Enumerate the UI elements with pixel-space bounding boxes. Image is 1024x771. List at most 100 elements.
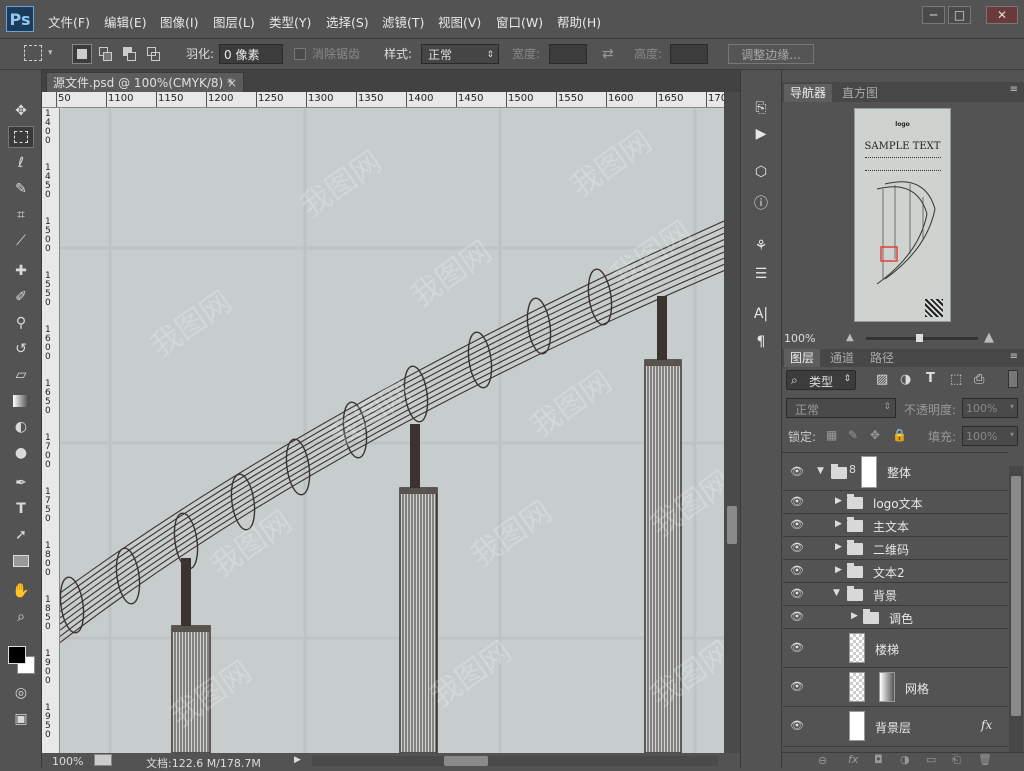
- marquee-preset-icon[interactable]: [24, 45, 42, 61]
- character-panel-icon[interactable]: A|: [750, 304, 772, 324]
- visibility-eye-icon[interactable]: 👁: [789, 680, 805, 693]
- subtract-selection-icon[interactable]: [120, 44, 140, 64]
- visibility-eye-icon[interactable]: 👁: [789, 719, 805, 732]
- zoom-tool-icon[interactable]: ⌕: [8, 606, 34, 628]
- history-panel-icon[interactable]: ⎘: [750, 98, 772, 118]
- antialias-checkbox[interactable]: [294, 48, 306, 60]
- scroll-thumb[interactable]: [727, 506, 737, 544]
- filter-toggle[interactable]: [1008, 370, 1018, 388]
- layer-row-背景[interactable]: 👁 ▼ 背景: [783, 583, 1008, 606]
- visibility-eye-icon[interactable]: 👁: [789, 518, 805, 531]
- move-tool-icon[interactable]: ✥: [8, 100, 34, 122]
- dodge-tool-icon[interactable]: ●: [8, 442, 34, 464]
- menu-file[interactable]: 文件(F): [48, 12, 90, 31]
- menu-layer[interactable]: 图层(L): [213, 12, 255, 31]
- h-scroll-thumb[interactable]: [444, 756, 488, 766]
- add-style-icon[interactable]: fx: [848, 753, 858, 766]
- status-icon[interactable]: [94, 754, 112, 766]
- tab-navigator[interactable]: 导航器: [784, 84, 833, 102]
- slider-thumb[interactable]: [916, 334, 923, 342]
- new-group-icon[interactable]: ▭: [926, 753, 936, 766]
- filter-pixel-icon[interactable]: ▨: [876, 372, 888, 387]
- menu-select[interactable]: 选择(S): [326, 12, 369, 31]
- adjust-sliders-icon[interactable]: ☰: [750, 264, 772, 284]
- lock-all-icon[interactable]: 🔒: [892, 428, 907, 442]
- eraser-tool-icon[interactable]: ▱: [8, 364, 34, 386]
- lasso-tool-icon[interactable]: ℓ: [8, 152, 34, 174]
- tab-histogram[interactable]: 直方图: [836, 84, 884, 102]
- lock-position-icon[interactable]: ✥: [870, 428, 880, 442]
- menu-type[interactable]: 类型(Y): [269, 12, 311, 31]
- horizontal-scrollbar[interactable]: [312, 756, 718, 766]
- status-arrow-icon[interactable]: ▶: [294, 755, 301, 765]
- intersect-selection-icon[interactable]: [144, 44, 164, 64]
- lock-transparent-icon[interactable]: ▦: [826, 428, 837, 442]
- layers-scrollbar[interactable]: [1009, 466, 1023, 756]
- screen-mode-icon[interactable]: ▣: [8, 708, 34, 730]
- panel-menu-icon[interactable]: ≡: [1010, 351, 1018, 362]
- layer-row-文本2[interactable]: 👁 ▶ 文本2: [783, 560, 1008, 583]
- paragraph-panel-icon[interactable]: ¶: [750, 332, 772, 352]
- opacity-input[interactable]: 100% ▾: [962, 398, 1018, 418]
- history-brush-icon[interactable]: ↺: [8, 338, 34, 360]
- visibility-eye-icon[interactable]: 👁: [789, 641, 805, 654]
- menu-window[interactable]: 窗口(W): [496, 12, 543, 31]
- filter-smart-object-icon[interactable]: ⎙: [974, 372, 984, 387]
- refine-edge-button[interactable]: 调整边缘...: [728, 44, 814, 64]
- expand-arrow-icon[interactable]: ▼: [817, 466, 824, 476]
- actions-play-icon[interactable]: ▶: [750, 124, 772, 144]
- swap-icon[interactable]: ⇄: [602, 44, 614, 64]
- menu-help[interactable]: 帮助(H): [557, 12, 601, 31]
- layer-row-背景层[interactable]: 👁 背景层 fx: [783, 707, 1008, 747]
- menu-edit[interactable]: 编辑(E): [104, 12, 147, 31]
- visibility-eye-icon[interactable]: 👁: [789, 465, 805, 478]
- zoom-out-icon[interactable]: ▲: [846, 332, 854, 343]
- new-adjustment-icon[interactable]: ◑: [900, 753, 910, 766]
- close-button[interactable]: ✕: [986, 6, 1018, 24]
- navigator-zoom-slider[interactable]: [866, 334, 978, 342]
- info-icon[interactable]: ⓘ: [750, 194, 772, 214]
- layer-row-二维码[interactable]: 👁 ▶ 二维码: [783, 537, 1008, 560]
- close-icon[interactable]: ×: [227, 73, 237, 93]
- pen-tool-icon[interactable]: ✒: [8, 472, 34, 494]
- document-tab[interactable]: 源文件.psd @ 100%(CMYK/8) * ×: [46, 72, 244, 92]
- navigator-zoom[interactable]: 100%: [784, 332, 815, 345]
- chevron-down-icon[interactable]: ▾: [48, 48, 53, 58]
- layer-row-调色[interactable]: 👁 ▶ 调色: [783, 606, 1008, 629]
- layer-filter-select[interactable]: ⌕ 类型 ⇕: [786, 370, 856, 390]
- tab-layers[interactable]: 图层: [784, 349, 821, 367]
- blend-mode-select[interactable]: 正常 ⇕: [786, 398, 896, 418]
- quick-select-tool-icon[interactable]: ✎: [8, 178, 34, 200]
- hand-tool-icon[interactable]: ✋: [8, 580, 34, 602]
- collapse-arrow-icon[interactable]: ▶: [851, 611, 858, 621]
- feather-input[interactable]: 0 像素: [219, 44, 283, 64]
- visibility-eye-icon[interactable]: 👁: [789, 564, 805, 577]
- layer-row-主文本[interactable]: 👁 ▶ 主文本: [783, 514, 1008, 537]
- zoom-level[interactable]: 100%: [52, 755, 83, 768]
- healing-brush-icon[interactable]: ✚: [8, 260, 34, 282]
- menu-filter[interactable]: 滤镜(T): [382, 12, 424, 31]
- eyedropper-tool-icon[interactable]: ⟋: [8, 230, 34, 252]
- lock-pixels-icon[interactable]: ✎: [848, 428, 858, 442]
- expand-arrow-icon[interactable]: ▼: [833, 588, 840, 598]
- gradient-tool-icon[interactable]: [8, 390, 34, 412]
- fill-input[interactable]: 100% ▾: [962, 426, 1018, 446]
- quick-mask-icon[interactable]: ◎: [8, 682, 34, 704]
- fx-icon[interactable]: fx: [981, 718, 992, 732]
- add-mask-icon[interactable]: ◘: [874, 753, 883, 766]
- blur-tool-icon[interactable]: ◐: [8, 416, 34, 438]
- marquee-tool-icon[interactable]: [8, 126, 34, 148]
- delete-layer-icon[interactable]: 🗑: [978, 753, 992, 766]
- layer-row-整体[interactable]: 👁 ▼ 8 整体: [783, 453, 1008, 491]
- layer-row-楼梯[interactable]: 👁 楼梯: [783, 629, 1008, 668]
- visibility-eye-icon[interactable]: 👁: [789, 610, 805, 623]
- visibility-eye-icon[interactable]: 👁: [789, 495, 805, 508]
- new-selection-icon[interactable]: [72, 44, 92, 64]
- collapse-arrow-icon[interactable]: ▶: [835, 542, 842, 552]
- path-select-icon[interactable]: ➚: [8, 524, 34, 546]
- tab-channels[interactable]: 通道: [824, 349, 860, 367]
- 3d-panel-icon[interactable]: ⬡: [750, 162, 772, 182]
- visibility-eye-icon[interactable]: 👁: [789, 587, 805, 600]
- panel-menu-icon[interactable]: ≡: [1010, 84, 1018, 95]
- collapse-arrow-icon[interactable]: ▶: [835, 496, 842, 506]
